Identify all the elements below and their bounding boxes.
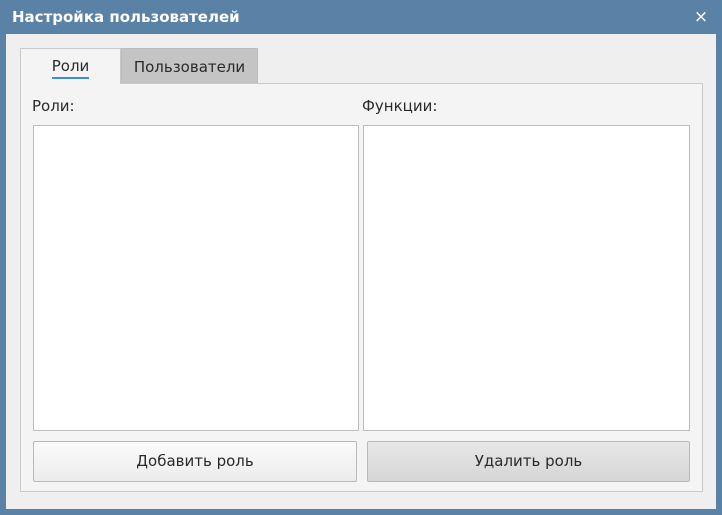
functions-label: Функции: [362, 97, 438, 115]
title-bar[interactable]: Настройка пользователей × [0, 0, 722, 34]
tab-users[interactable]: Пользователи [121, 48, 258, 84]
settings-dialog: Настройка пользователей × Роли Пользоват… [0, 0, 722, 515]
roles-label: Роли: [32, 97, 75, 115]
roles-list[interactable] [33, 125, 359, 431]
tab-roles-label: Роли [51, 55, 90, 79]
roles-tab-panel: Роли: Функции: Добавить роль Удалить рол… [20, 83, 703, 492]
close-button[interactable]: × [692, 7, 710, 27]
dialog-body: Роли Пользователи Роли: Функции: Добавит… [6, 34, 716, 509]
functions-list[interactable] [363, 125, 690, 431]
tab-users-label: Пользователи [133, 58, 246, 76]
window-title: Настройка пользователей [12, 8, 240, 26]
tab-roles[interactable]: Роли [20, 48, 121, 84]
delete-role-button[interactable]: Удалить роль [367, 441, 690, 482]
add-role-button[interactable]: Добавить роль [33, 441, 357, 482]
